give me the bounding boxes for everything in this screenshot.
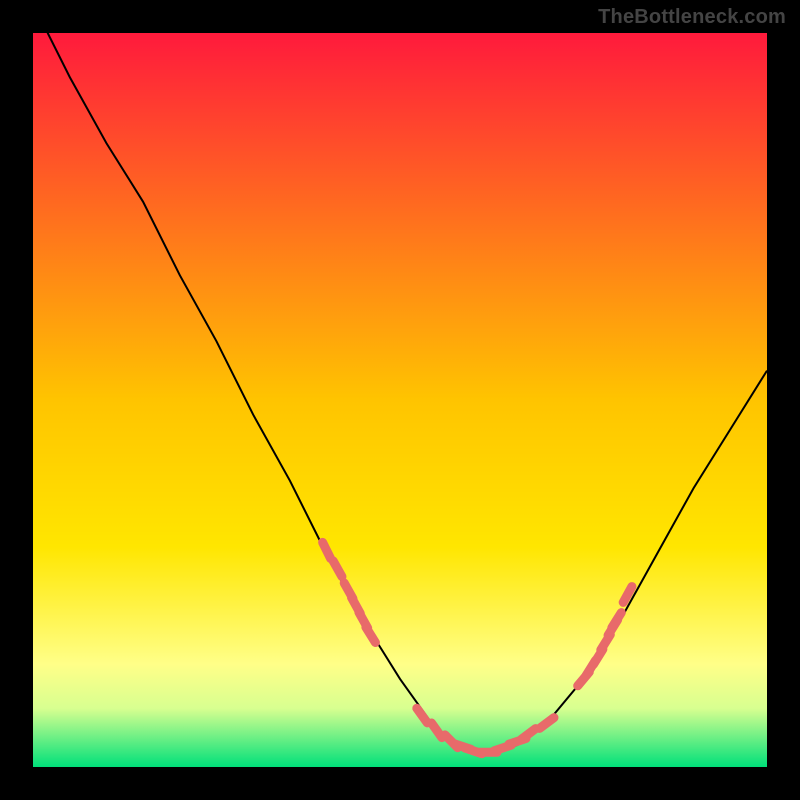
watermark-text: TheBottleneck.com xyxy=(598,6,786,29)
chart-svg xyxy=(0,0,800,800)
plot-background xyxy=(33,33,767,767)
chart-container: TheBottleneck.com xyxy=(0,0,800,800)
